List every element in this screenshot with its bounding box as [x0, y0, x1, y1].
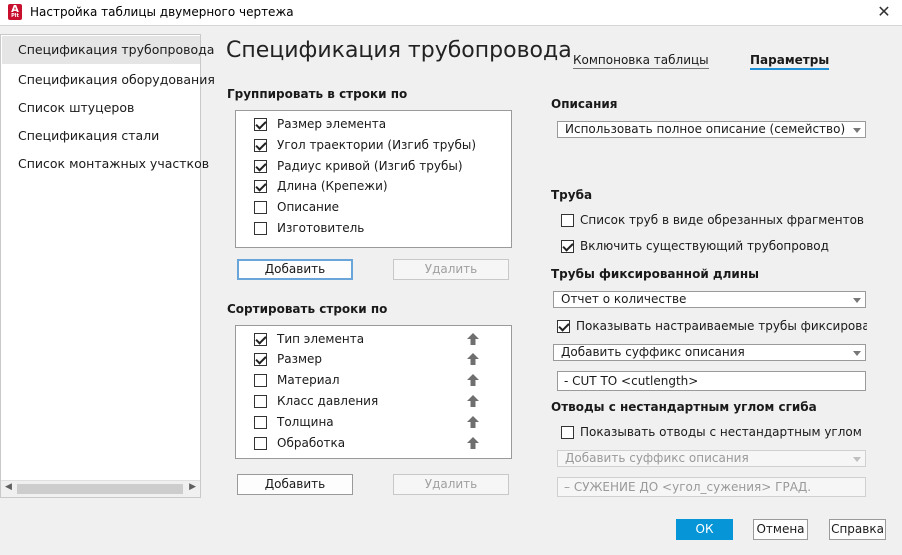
- list-item[interactable]: Изготовитель: [254, 219, 364, 237]
- checkbox[interactable]: [254, 159, 267, 173]
- list-item-label: Тип элемента: [277, 332, 365, 346]
- checkbox[interactable]: [254, 352, 267, 366]
- scroll-right-arrow-icon[interactable]: ▶: [189, 482, 196, 492]
- checkbox[interactable]: [254, 221, 267, 235]
- list-item-label: Радиус кривой (Изгиб трубы): [277, 159, 463, 173]
- list-item-label: Угол траектории (Изгиб трубы): [277, 138, 477, 152]
- list-item[interactable]: Описание: [254, 198, 339, 216]
- nonstd-bends-suffix-dropdown[interactable]: Добавить суффикс описания: [557, 450, 866, 467]
- list-item[interactable]: Длина (Крепежи): [254, 177, 388, 195]
- checkbox[interactable]: [561, 425, 574, 439]
- list-item-label: Материал: [277, 373, 340, 387]
- sidebar: Спецификация трубопровода Спецификация о…: [0, 34, 215, 498]
- sort-remove-button[interactable]: Удалить: [393, 474, 509, 495]
- help-button[interactable]: Справка: [829, 519, 886, 540]
- show-custom-fixed-label: Показывать настраиваемые трубы фиксирова…: [576, 319, 867, 333]
- sort-by-label: Сортировать строки по: [227, 302, 388, 316]
- group-by-label: Группировать в строки по: [227, 87, 408, 101]
- dropdown-value: Отчет о количестве: [561, 292, 687, 306]
- fixed-length-suffix-input[interactable]: - CUT TO <cutlength>: [557, 371, 866, 391]
- checkbox[interactable]: [254, 179, 267, 193]
- window-title: Настройка таблицы двумерного чертежа: [30, 5, 294, 19]
- tab-parameters[interactable]: Параметры: [750, 53, 830, 70]
- checkbox[interactable]: [561, 213, 574, 227]
- include-existing-label: Включить существующий трубопровод: [580, 239, 829, 253]
- sidebar-item-spool-list[interactable]: Список монтажных участков: [18, 156, 209, 171]
- app-icon-sub: Plt: [11, 13, 19, 19]
- list-item-label: Длина (Крепежи): [277, 179, 388, 193]
- sort-add-button[interactable]: Добавить: [237, 474, 353, 495]
- sort-ascending-arrow-icon[interactable]: [466, 332, 480, 346]
- sort-ascending-arrow-icon[interactable]: [466, 373, 480, 387]
- include-existing-option[interactable]: Включить существующий трубопровод: [561, 238, 866, 254]
- scrollbar-thumb[interactable]: [17, 484, 183, 494]
- cancel-button[interactable]: Отмена: [753, 519, 808, 540]
- group-add-button[interactable]: Добавить: [237, 259, 353, 280]
- sort-ascending-arrow-icon[interactable]: [466, 415, 480, 429]
- title-bar: A Plt Настройка таблицы двумерного чертеж…: [0, 0, 902, 26]
- sort-ascending-arrow-icon[interactable]: [466, 436, 480, 450]
- sidebar-item-steel-spec[interactable]: Спецификация стали: [18, 128, 159, 143]
- show-nonstd-bends-label: Показывать отводы с нестандартным углом …: [580, 425, 866, 439]
- sidebar-horizontal-scrollbar[interactable]: ◀ ▶: [1, 480, 200, 497]
- sort-ascending-arrow-icon[interactable]: [466, 394, 480, 408]
- nonstd-bends-label: Отводы с нестандартным углом сгиба: [551, 400, 817, 414]
- description-mode-dropdown[interactable]: Использовать полное описание (семейство): [557, 121, 866, 138]
- checkbox[interactable]: [557, 319, 570, 333]
- dropdown-value: Использовать полное описание (семейство): [565, 122, 846, 136]
- group-by-list[interactable]: Размер элемента Угол траектории (Изгиб т…: [235, 110, 512, 248]
- fixed-length-report-dropdown[interactable]: Отчет о количестве: [553, 291, 866, 308]
- page-title: Спецификация трубопровода: [226, 38, 572, 63]
- chevron-down-icon: [853, 128, 861, 133]
- sidebar-item-equipment-spec[interactable]: Спецификация оборудования: [18, 72, 215, 87]
- cut-pieces-label: Список труб в виде обрезанных фрагментов: [580, 213, 864, 227]
- list-item[interactable]: Радиус кривой (Изгиб трубы): [254, 157, 463, 175]
- chevron-down-icon: [853, 457, 861, 462]
- group-remove-button[interactable]: Удалить: [393, 259, 509, 280]
- sort-ascending-arrow-icon[interactable]: [466, 352, 480, 366]
- list-item-label: Описание: [277, 200, 340, 214]
- pipe-section-label: Труба: [551, 188, 593, 202]
- checkbox[interactable]: [561, 239, 574, 253]
- checkbox[interactable]: [254, 415, 267, 429]
- checkbox[interactable]: [254, 436, 267, 450]
- show-custom-fixed-option[interactable]: Показывать настраиваемые трубы фиксирова…: [557, 318, 867, 334]
- dropdown-value: Добавить суффикс описания: [565, 451, 749, 465]
- descriptions-label: Описания: [551, 97, 618, 111]
- list-item-label: Толщина: [277, 415, 334, 429]
- chevron-down-icon: [853, 351, 861, 356]
- sort-by-list[interactable]: Тип элемента Размер Материал Класс давле…: [235, 325, 512, 459]
- nonstd-bends-suffix-input[interactable]: – СУЖЕНИЕ ДО <угол_сужения> ГРАД.: [557, 477, 866, 497]
- list-item-label: Размер элемента: [277, 117, 387, 131]
- dropdown-value: Добавить суффикс описания: [561, 345, 745, 359]
- checkbox[interactable]: [254, 138, 267, 152]
- sidebar-item-piping-spec[interactable]: Спецификация трубопровода: [2, 36, 214, 64]
- checkbox[interactable]: [254, 373, 267, 387]
- list-item-label: Класс давления: [277, 394, 379, 408]
- scroll-left-arrow-icon[interactable]: ◀: [5, 482, 12, 492]
- list-item[interactable]: Угол траектории (Изгиб трубы): [254, 136, 476, 154]
- cut-pieces-option[interactable]: Список труб в виде обрезанных фрагментов: [561, 212, 866, 228]
- list-item-label: Обработка: [277, 436, 346, 450]
- chevron-down-icon: [853, 298, 861, 303]
- fixed-length-label: Трубы фиксированной длины: [551, 267, 759, 281]
- list-item[interactable]: Размер элемента: [254, 115, 386, 133]
- tab-table-layout[interactable]: Компоновка таблицы: [573, 53, 709, 69]
- sidebar-item-nozzle-list[interactable]: Список штуцеров: [18, 100, 134, 115]
- checkbox[interactable]: [254, 394, 267, 408]
- show-nonstd-bends-option[interactable]: Показывать отводы с нестандартным углом …: [561, 424, 866, 440]
- ok-button[interactable]: ОК: [676, 519, 733, 540]
- close-icon[interactable]: ✕: [874, 2, 894, 22]
- checkbox[interactable]: [254, 332, 267, 346]
- list-item-label: Размер: [277, 352, 323, 366]
- checkbox[interactable]: [254, 117, 267, 131]
- autocad-plant-app-icon: A Plt: [8, 4, 22, 20]
- list-item-label: Изготовитель: [277, 221, 365, 235]
- checkbox[interactable]: [254, 200, 267, 214]
- fixed-length-suffix-dropdown[interactable]: Добавить суффикс описания: [553, 344, 866, 361]
